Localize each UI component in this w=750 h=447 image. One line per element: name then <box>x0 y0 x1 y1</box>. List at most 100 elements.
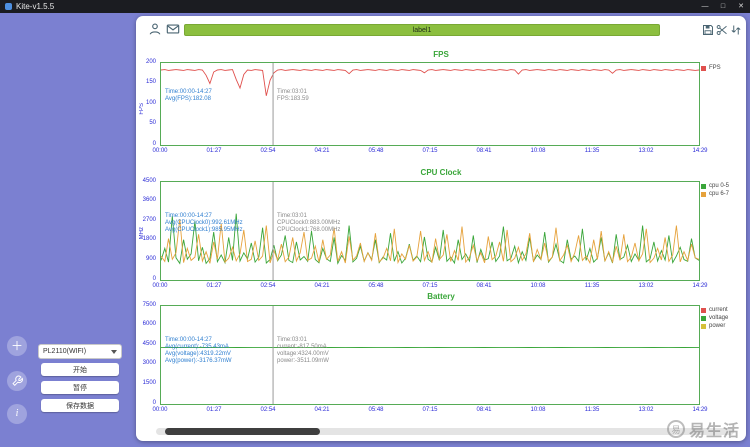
mail-icon <box>166 23 180 40</box>
y-tick: 200 <box>145 58 156 65</box>
plot-area[interactable]: Time:00:00-14:27 Avg(CPUClock0):992.61MHz… <box>160 181 700 281</box>
close-button[interactable]: ✕ <box>732 0 750 13</box>
x-tick: 07:15 <box>422 148 438 154</box>
watermark-text: 易生活 <box>688 423 740 440</box>
y-tick: 4500 <box>142 177 156 184</box>
watermark: 易 易生活 <box>666 417 740 441</box>
y-tick: 900 <box>145 255 156 262</box>
x-tick: 08:41 <box>476 407 492 413</box>
legend-swatch <box>701 315 706 321</box>
y-tick: 4500 <box>142 340 156 347</box>
legend-item[interactable]: current <box>701 307 743 313</box>
cut-button[interactable] <box>716 23 728 35</box>
range-annotation: Time:00:00-14:27 Avg(CPUClock0):992.61MHz… <box>165 213 243 234</box>
x-tick: 04:21 <box>314 407 330 413</box>
y-axis: 0 50 100 150 200 <box>136 58 158 147</box>
scrollbar-thumb[interactable] <box>165 428 320 435</box>
x-tick: 10:08 <box>530 148 546 154</box>
x-tick: 02:54 <box>260 407 276 413</box>
x-tick: 08:41 <box>476 283 492 289</box>
legend-swatch <box>701 65 706 71</box>
x-tick: 11:35 <box>584 407 600 413</box>
horizontal-scrollbar[interactable] <box>156 428 734 435</box>
legend-item[interactable]: voltage <box>701 315 743 321</box>
save-data-button[interactable]: 保存数据 <box>41 399 119 412</box>
x-tick: 14:29 <box>692 407 708 413</box>
y-tick: 0 <box>152 399 156 406</box>
x-tick: 04:21 <box>314 283 330 289</box>
y-tick: 1800 <box>142 236 156 243</box>
x-tick: 13:02 <box>638 283 654 289</box>
y-tick: 6000 <box>142 321 156 328</box>
y-tick: 2700 <box>142 216 156 223</box>
chart-title: Battery <box>427 292 455 301</box>
wrench-icon <box>11 375 23 388</box>
titlebar: Kite-v1.5.5 — □ ✕ <box>0 0 750 13</box>
message-button[interactable] <box>166 22 180 36</box>
legend-swatch <box>701 323 706 329</box>
y-tick: 1500 <box>142 379 156 386</box>
start-button[interactable]: 开始 <box>41 363 119 376</box>
chart-title: FPS <box>433 50 449 59</box>
fps-chart: FPS FPS 0 50 100 150 200 Time:00:00-14:27 Avg… <box>136 50 746 168</box>
label-input-value: label1 <box>412 26 432 34</box>
x-axis: 00:00 01:27 02:54 04:21 05:48 07:15 08:41 10:08… <box>152 148 707 156</box>
y-axis: 0 900 1800 2700 3600 4500 <box>136 177 158 282</box>
x-tick: 01:27 <box>206 407 222 413</box>
scissors-icon <box>716 23 728 40</box>
x-tick: 13:02 <box>638 148 654 154</box>
info-button[interactable]: i <box>7 404 27 424</box>
device-select[interactable]: PL2110(WIFI) <box>38 344 122 359</box>
x-tick: 00:00 <box>152 283 168 289</box>
chart-title: CPU Clock <box>420 168 462 177</box>
cursor-annotation: Time:03:01 current:-817.50mA voltage:4324.… <box>277 337 329 365</box>
y-tick: 150 <box>145 79 156 85</box>
plot-area[interactable]: Time:00:00-14:27 Avg(current):-735.43mA Av… <box>160 305 700 405</box>
x-tick: 02:54 <box>260 148 276 154</box>
x-tick: 00:00 <box>152 407 168 413</box>
x-tick: 05:48 <box>368 148 384 154</box>
export-button[interactable] <box>730 23 742 35</box>
x-tick: 07:15 <box>422 283 438 289</box>
x-tick: 11:35 <box>584 148 600 154</box>
x-tick: 13:02 <box>638 407 654 413</box>
legend-item[interactable]: cpu 0-5 <box>701 183 743 189</box>
floppy-save-icon <box>702 23 714 40</box>
y-tick: 0 <box>152 275 156 282</box>
chevron-down-icon <box>111 349 117 354</box>
pause-button[interactable]: 暂停 <box>41 381 119 394</box>
legend-item[interactable]: FPS <box>701 65 743 71</box>
main-panel: label1 FPS FPS 0 50 100 150 200 Time:00:00-1… <box>136 16 746 441</box>
x-tick: 10:08 <box>530 407 546 413</box>
legend: cpu 0-5 cpu 6-7 <box>701 183 743 199</box>
x-tick: 00:00 <box>152 148 168 154</box>
x-tick: 11:35 <box>584 283 600 289</box>
plot-area[interactable]: Time:00:00-14:27 Avg(FPS):182.08 Time:03:0… <box>160 62 700 146</box>
export-arrows-icon <box>730 23 742 40</box>
x-tick: 14:29 <box>692 283 708 289</box>
series-FPS <box>161 69 699 96</box>
legend-item[interactable]: power <box>701 323 743 329</box>
range-annotation: Time:00:00-14:27 Avg(current):-735.43mA Av… <box>165 337 232 365</box>
y-axis: 0 1500 3000 4500 6000 7500 <box>136 302 158 406</box>
cursor-annotation: Time:03:01 FPS:183.59 <box>277 89 309 103</box>
watermark-logo: 易 <box>666 420 685 438</box>
minimize-button[interactable]: — <box>696 0 714 13</box>
save-button[interactable] <box>702 23 714 35</box>
legend-label: FPS <box>709 65 721 71</box>
label-input[interactable]: label1 <box>184 24 660 36</box>
legend-item[interactable]: cpu 6-7 <box>701 191 743 197</box>
legend-label: power <box>709 323 726 329</box>
x-tick: 05:48 <box>368 407 384 413</box>
add-button[interactable]: ＋ <box>7 336 27 356</box>
maximize-button[interactable]: □ <box>714 0 732 13</box>
app-icon <box>5 3 12 10</box>
legend: current voltage power <box>701 307 743 331</box>
legend-swatch <box>701 191 706 197</box>
legend-label: cpu 0-5 <box>709 183 730 189</box>
user-button[interactable] <box>148 22 162 36</box>
cpu-clock-chart: CPU Clock MHz 0 900 1800 2700 3600 4500 Time:… <box>136 168 746 300</box>
tools-button[interactable] <box>7 371 27 391</box>
x-tick: 10:08 <box>530 283 546 289</box>
x-tick: 08:41 <box>476 148 492 154</box>
